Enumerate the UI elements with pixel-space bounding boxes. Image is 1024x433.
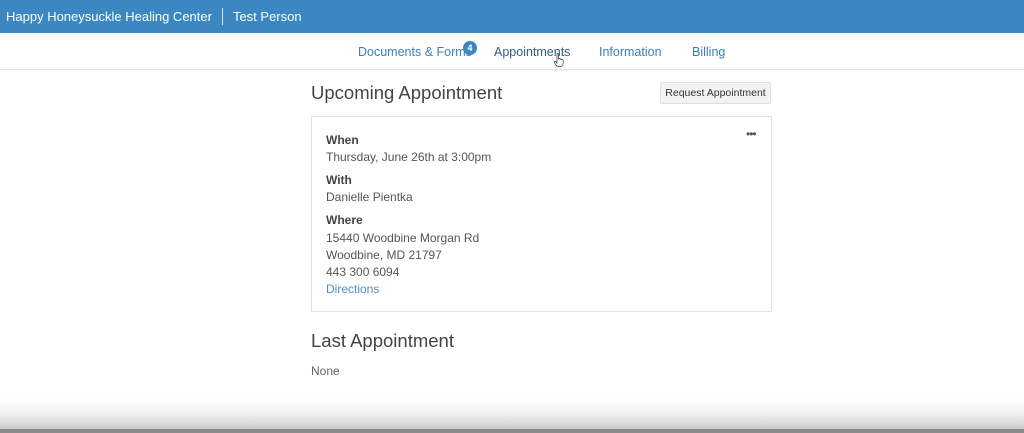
bottom-edge <box>0 429 1024 433</box>
when-value: Thursday, June 26th at 3:00pm <box>326 150 492 164</box>
bottom-shadow <box>0 398 1024 433</box>
hand-cursor-icon <box>554 53 564 67</box>
tab-billing[interactable]: Billing <box>692 45 725 59</box>
ellipsis-icon[interactable]: ••• <box>746 128 758 140</box>
appointment-card <box>311 116 772 312</box>
user-name[interactable]: Test Person <box>223 9 302 24</box>
phone-number: 443 300 6094 <box>326 265 400 279</box>
where-label: Where <box>326 213 363 227</box>
documents-count-badge: 4 <box>463 41 477 55</box>
tab-information[interactable]: Information <box>599 45 662 59</box>
address-line-2: Woodbine, MD 21797 <box>326 248 442 262</box>
when-label: When <box>326 133 359 147</box>
top-bar: Happy Honeysuckle Healing Center Test Pe… <box>0 0 1024 33</box>
request-appointment-button[interactable]: Request Appointment <box>660 82 771 104</box>
upcoming-appointment-heading: Upcoming Appointment <box>311 82 503 103</box>
org-name[interactable]: Happy Honeysuckle Healing Center <box>0 9 222 24</box>
directions-link[interactable]: Directions <box>326 282 379 296</box>
tab-documents-forms[interactable]: Documents & Forms <box>358 45 472 59</box>
with-value: Danielle Pientka <box>326 190 413 204</box>
last-appointment-heading: Last Appointment <box>311 330 454 351</box>
address-line-1: 15440 Woodbine Morgan Rd <box>326 231 480 245</box>
tab-bar: Documents & Forms 4 Appointments Informa… <box>0 33 1024 70</box>
with-label: With <box>326 173 352 187</box>
last-appointment-value: None <box>311 364 340 378</box>
